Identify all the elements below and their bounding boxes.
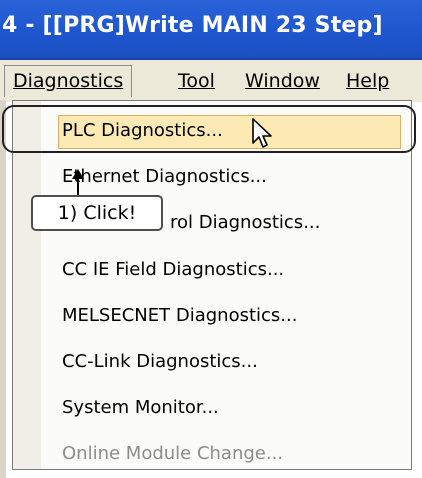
menu-item-ethernet-diagnostics[interactable]: Ethernet Diagnostics... <box>62 166 267 187</box>
callout-outline <box>2 105 416 153</box>
menu-window[interactable]: Window <box>245 66 320 98</box>
window-titlebar: 4 - [[PRG]Write MAIN 23 Step] <box>0 0 422 60</box>
menu-item-cc-link-diagnostics[interactable]: CC-Link Diagnostics... <box>62 351 258 372</box>
menu-help[interactable]: Help <box>346 66 389 98</box>
menu-item-cc-ie-field-diagnostics[interactable]: CC IE Field Diagnostics... <box>62 259 284 280</box>
menu-bar: Diagnostics Tool Window Help <box>0 60 422 102</box>
menu-item-cc-ie-control-diagnostics[interactable]: rol Diagnostics... <box>170 212 320 233</box>
menu-tool[interactable]: Tool <box>178 66 215 98</box>
click-callout: 1) Click! <box>31 195 163 231</box>
window-title: 4 - [[PRG]Write MAIN 23 Step] <box>2 13 383 38</box>
menu-item-system-monitor[interactable]: System Monitor... <box>62 397 219 418</box>
menu-gutter <box>13 101 41 469</box>
menu-diagnostics[interactable]: Diagnostics <box>4 65 133 97</box>
arrow-cursor-icon <box>252 118 272 148</box>
menu-item-melsecnet-diagnostics[interactable]: MELSECNET Diagnostics... <box>62 305 297 326</box>
menu-item-online-module-change: Online Module Change... <box>62 443 284 464</box>
window-left-edge <box>0 100 6 478</box>
